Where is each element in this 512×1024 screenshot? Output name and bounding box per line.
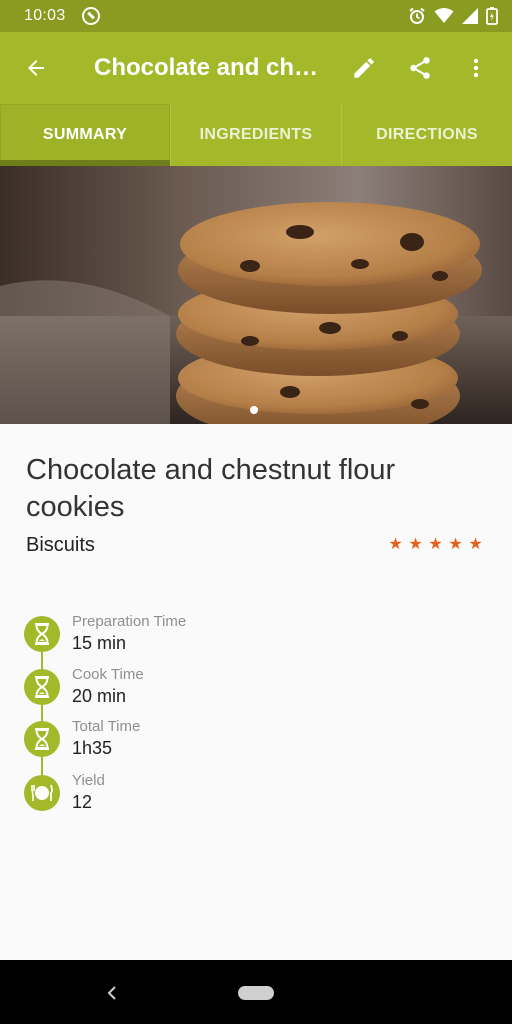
rating-stars[interactable]: ★ ★ ★ ★ ★ <box>388 534 483 554</box>
detail-preparation-time: Preparation Time 15 min <box>24 613 186 654</box>
detail-value: 12 <box>72 792 93 812</box>
more-options-button[interactable] <box>448 32 504 104</box>
cookies-image <box>0 166 512 424</box>
system-nav-bar <box>0 960 512 1024</box>
hourglass-icon <box>24 721 60 757</box>
detail-yield: Yield 12 <box>24 772 105 813</box>
status-bar: 10:03 <box>0 0 512 32</box>
hourglass-icon <box>24 616 60 652</box>
alarm-icon <box>409 7 425 24</box>
toolbar-title: Chocolate and chestnut flour cookies <box>94 54 326 81</box>
detail-value: 20 min <box>72 686 127 706</box>
status-time: 10:03 <box>24 7 66 24</box>
recipe-photo[interactable] <box>0 166 512 424</box>
detail-label: Yield <box>72 772 105 789</box>
star-icon: ★ <box>408 536 423 553</box>
recipe-category: Biscuits <box>26 534 95 556</box>
detail-value: 15 min <box>72 633 127 653</box>
nav-home-pill[interactable] <box>238 986 274 1000</box>
edit-button[interactable] <box>336 32 392 104</box>
back-arrow-icon <box>28 60 44 76</box>
detail-label: Cook Time <box>72 666 144 683</box>
tab-directions[interactable]: DIRECTIONS <box>341 104 512 166</box>
share-icon <box>410 57 430 79</box>
tab-ingredients[interactable]: INGREDIENTS <box>170 104 341 166</box>
plate-icon <box>24 775 60 811</box>
star-icon: ★ <box>428 536 443 553</box>
edit-icon <box>354 58 374 78</box>
tab-summary[interactable]: SUMMARY <box>0 104 170 166</box>
detail-label: Preparation Time <box>72 613 187 630</box>
back-button[interactable] <box>0 32 72 104</box>
recipe-title: Chocolate and chestnut flour cookies <box>26 454 396 523</box>
share-button[interactable] <box>392 32 448 104</box>
more-vert-icon <box>473 58 479 78</box>
sync-icon <box>81 7 100 25</box>
summary-content: Chocolate and chestnut flour cookies Bis… <box>0 424 512 960</box>
hourglass-icon <box>24 669 60 705</box>
tab-bar: SUMMARY INGREDIENTS DIRECTIONS <box>0 104 512 166</box>
detail-cook-time: Cook Time 20 min <box>24 666 144 707</box>
app-bar: Chocolate and chestnut flour cookies <box>0 32 512 104</box>
detail-label: Total Time <box>72 718 141 735</box>
wifi-icon <box>434 8 454 23</box>
star-icon: ★ <box>448 536 463 553</box>
detail-value: 1h35 <box>72 738 113 758</box>
status-icons <box>408 7 498 25</box>
star-icon: ★ <box>468 536 483 553</box>
signal-icon <box>462 8 478 24</box>
star-icon: ★ <box>388 536 403 553</box>
detail-total-time: Total Time 1h35 <box>24 718 140 759</box>
nav-back-icon[interactable] <box>104 984 122 1002</box>
battery-icon <box>486 7 498 25</box>
page-indicator-dot <box>250 406 258 414</box>
